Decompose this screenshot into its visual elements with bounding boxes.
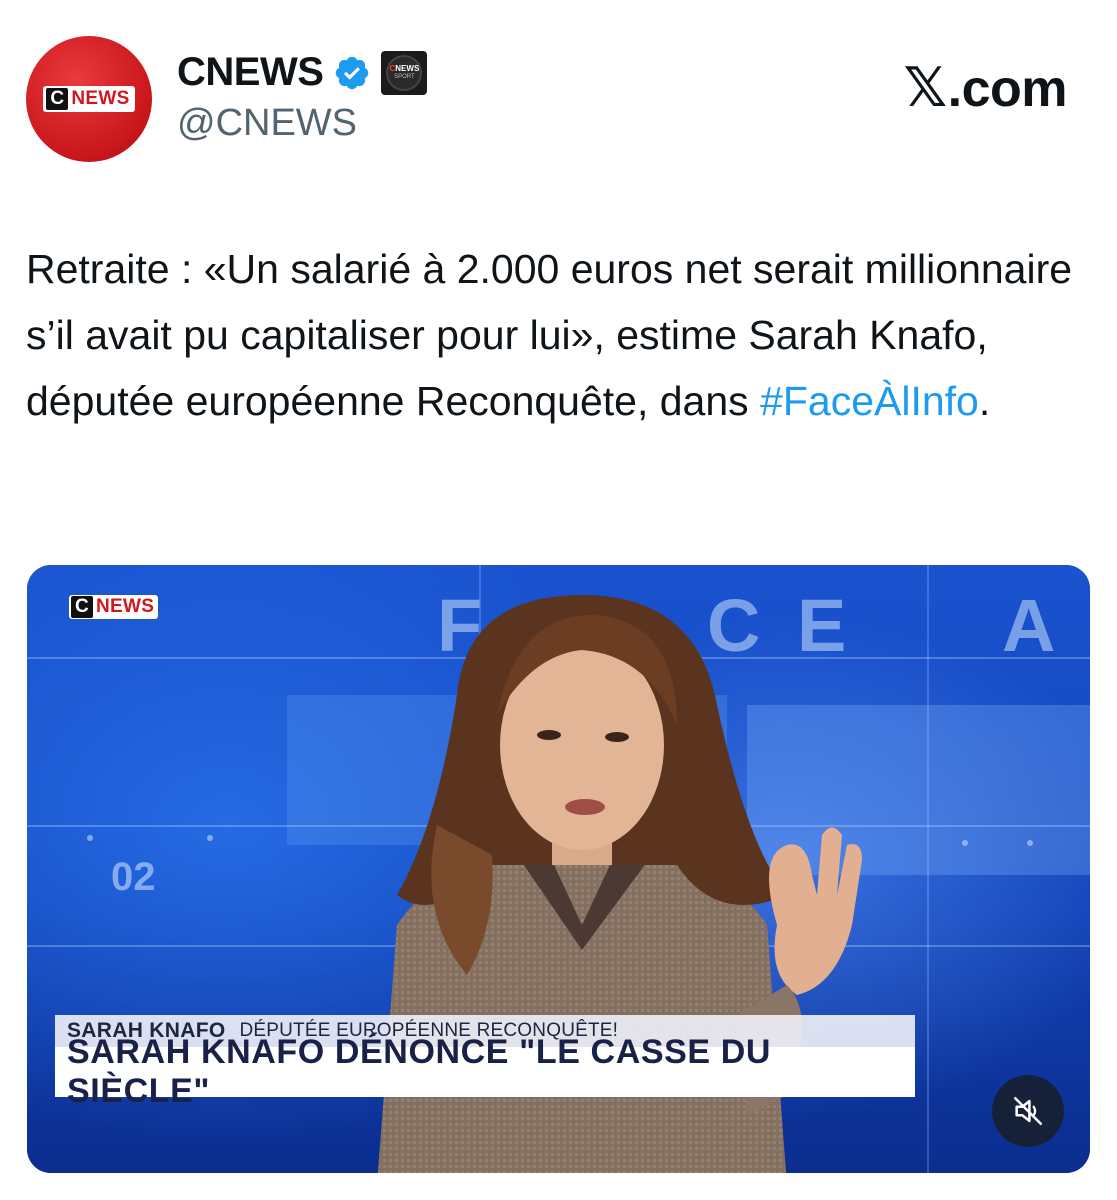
account-name-row: CNEWS CNEWS SPORT (177, 50, 428, 95)
hashtag-link[interactable]: #FaceÀlInfo (760, 378, 979, 424)
lower-third-headline-bar: SARAH KNAFO DÉNONCE "LE CASSE DU SIÈCLE" (55, 1033, 915, 1110)
cnews-logo: C NEWS (43, 86, 135, 112)
channel-logo: C NEWS (69, 595, 159, 619)
tweet-text: Retraite : «Un salarié à 2.000 euros net… (26, 236, 1086, 434)
affiliate-badge[interactable]: CNEWS SPORT (381, 50, 428, 95)
account-name[interactable]: CNEWS (177, 50, 324, 95)
x-com-watermark: 𝕏 .com (903, 56, 1068, 119)
studio-dot (1027, 840, 1033, 846)
affiliate-logo: CNEWS SPORT (386, 54, 423, 91)
verified-badge-icon (336, 56, 369, 89)
studio-dot (207, 835, 213, 841)
account-handle[interactable]: @CNEWS (177, 102, 357, 145)
x-logo-icon: 𝕏 (903, 56, 948, 119)
mute-button[interactable] (992, 1075, 1064, 1147)
tweet-video[interactable]: F A C E A 02 CNEWS (27, 565, 1090, 1173)
account-avatar[interactable]: C NEWS (26, 36, 152, 162)
tweet-body-end: . (978, 378, 991, 424)
speaker-muted-icon (1013, 1096, 1043, 1126)
studio-letter: A (1002, 584, 1056, 667)
studio-line (927, 565, 929, 1173)
studio-number: 02 (111, 855, 156, 899)
studio-dot (87, 835, 93, 841)
lower-third-headline: SARAH KNAFO DÉNONCE "LE CASSE DU SIÈCLE" (67, 1033, 772, 1110)
studio-dot (962, 840, 968, 846)
site-domain: .com (947, 60, 1068, 118)
